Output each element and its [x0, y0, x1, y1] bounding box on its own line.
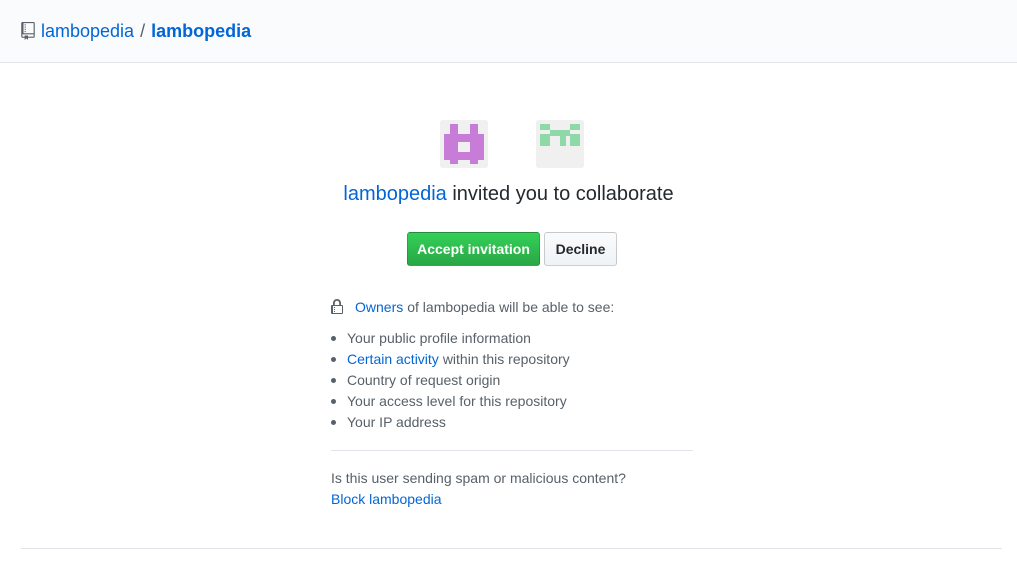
- headline-text: invited you to collaborate: [452, 183, 674, 205]
- visibility-info: Owners of lambopedia will be able to see…: [331, 296, 693, 510]
- divider: [331, 450, 693, 451]
- list-item-text: Your public profile information: [347, 330, 531, 346]
- block-user-link[interactable]: Block lambopedia: [331, 489, 693, 510]
- user-avatar[interactable]: [536, 120, 584, 168]
- list-item-text: within this repository: [442, 351, 570, 367]
- visibility-list: Your public profile information Certain …: [331, 328, 693, 433]
- decline-button[interactable]: Decline: [544, 232, 617, 266]
- owners-line: Owners of lambopedia will be able to see…: [331, 296, 693, 318]
- list-item: Your access level for this repository: [331, 391, 693, 412]
- path-separator: /: [140, 21, 146, 41]
- repo-name-link[interactable]: lambopedia: [151, 19, 251, 43]
- list-item-text: Your access level for this repository: [347, 393, 567, 409]
- identicon-purple-icon: [440, 120, 488, 168]
- bullet: [331, 336, 336, 341]
- repo-icon: [21, 22, 35, 40]
- lock-icon: [331, 299, 343, 315]
- bullet: [331, 378, 336, 383]
- spam-question: Is this user sending spam or malicious c…: [331, 470, 626, 486]
- bullet: [331, 420, 336, 425]
- repo-owner-link[interactable]: lambopedia: [41, 19, 134, 43]
- certain-activity-link[interactable]: Certain activity: [347, 351, 439, 367]
- repo-title: lambopedia / lambopedia: [21, 19, 251, 43]
- identicon-green-icon: [536, 120, 584, 168]
- invite-headline: lambopedia invited you to collaborate: [0, 181, 1017, 207]
- bullet: [331, 357, 336, 362]
- list-item: Certain activity within this repository: [331, 349, 693, 370]
- list-item: Your IP address: [331, 412, 693, 433]
- list-item: Your public profile information: [331, 328, 693, 349]
- owners-link[interactable]: Owners: [355, 299, 403, 315]
- bullet: [331, 399, 336, 404]
- owners-text: of lambopedia will be able to see:: [407, 299, 615, 315]
- inviter-link[interactable]: lambopedia: [343, 183, 446, 205]
- footer-divider: [21, 548, 1002, 549]
- inviter-avatar[interactable]: [440, 120, 488, 168]
- list-item-text: Your IP address: [347, 414, 446, 430]
- accept-invitation-button[interactable]: Accept invitation: [407, 232, 540, 266]
- list-item: Country of request origin: [331, 370, 693, 391]
- list-item-text: Country of request origin: [347, 372, 501, 388]
- avatars: [440, 120, 585, 168]
- repo-header: lambopedia / lambopedia: [0, 0, 1017, 63]
